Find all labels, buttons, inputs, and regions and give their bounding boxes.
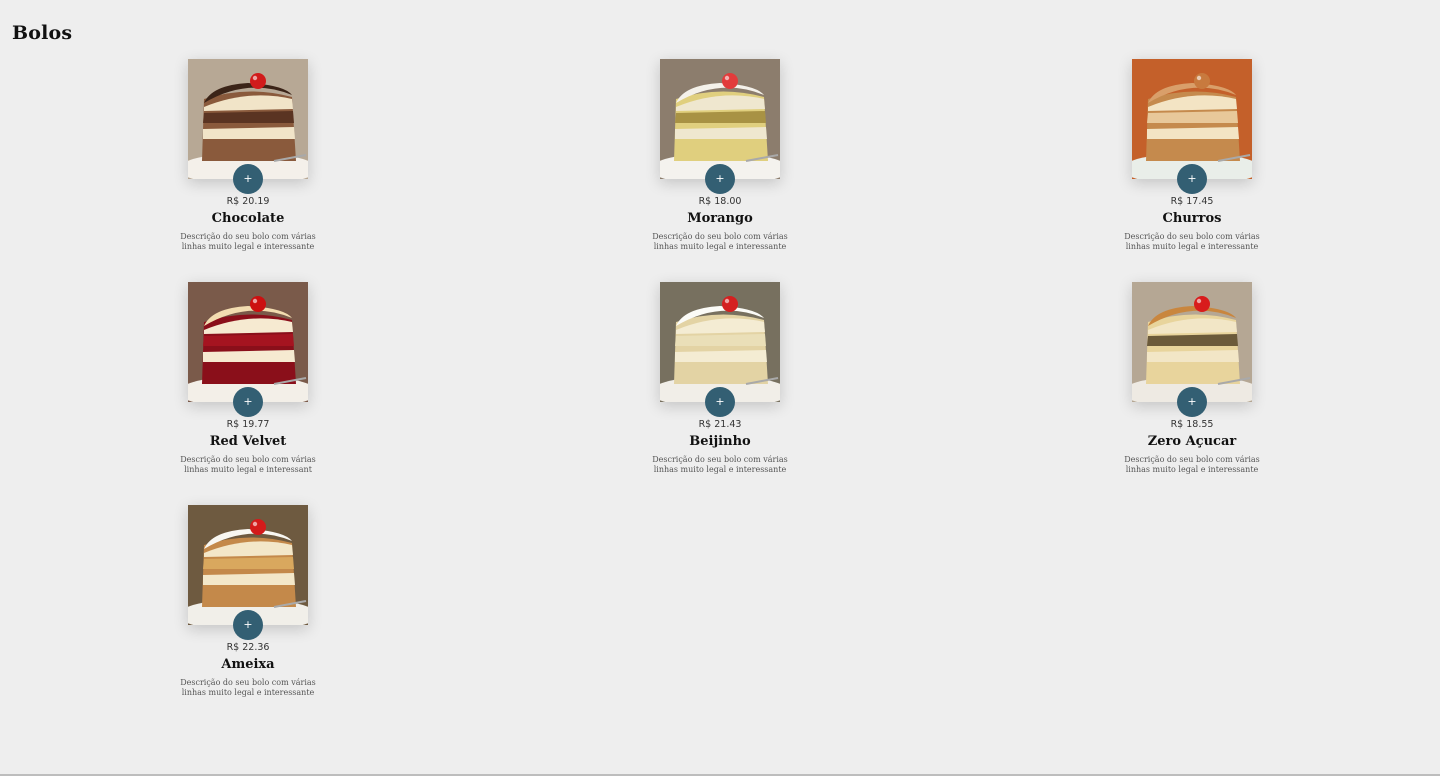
product-card: + R$ 17.45 Churros Descrição do seu bolo co…: [956, 59, 1428, 282]
add-to-cart-button[interactable]: +: [233, 387, 263, 417]
product-description: Descrição do seu bolo com várias linhas …: [1124, 455, 1260, 474]
product-name: Morango: [687, 211, 753, 226]
product-price: R$ 21.43: [698, 419, 742, 430]
product-image[interactable]: [1132, 282, 1252, 402]
product-description: Descrição do seu bolo com várias linhas …: [1124, 232, 1260, 251]
product-description: Descrição do seu bolo com várias linhas …: [180, 455, 316, 474]
product-image-wrapper: +: [660, 282, 780, 417]
product-image-wrapper: +: [188, 282, 308, 417]
product-image-wrapper: +: [188, 59, 308, 194]
add-to-cart-button[interactable]: +: [1177, 387, 1207, 417]
product-name: Zero Açucar: [1147, 434, 1237, 449]
product-name: Churros: [1162, 211, 1222, 226]
add-to-cart-button[interactable]: +: [705, 387, 735, 417]
product-card: + R$ 19.77 Red Velvet Descrição do seu bolo…: [12, 282, 484, 505]
product-price: R$ 18.00: [698, 196, 742, 207]
product-card: + R$ 21.43 Beijinho Descrição do seu bolo c…: [484, 282, 956, 505]
product-card: + R$ 20.19 Chocolate Descrição do seu bolo …: [12, 59, 484, 282]
product-image-wrapper: +: [1132, 59, 1252, 194]
product-image-wrapper: +: [660, 59, 780, 194]
product-card: + R$ 18.55 Zero Açucar Descrição do seu bol…: [956, 282, 1428, 505]
product-image-wrapper: +: [1132, 282, 1252, 417]
product-image[interactable]: [660, 282, 780, 402]
product-image[interactable]: [1132, 59, 1252, 179]
product-image[interactable]: [188, 59, 308, 179]
product-description: Descrição do seu bolo com várias linhas …: [652, 232, 788, 251]
product-grid: + R$ 20.19 Chocolate Descrição do seu bolo …: [0, 59, 1440, 728]
product-image-wrapper: +: [188, 505, 308, 640]
add-to-cart-button[interactable]: +: [705, 164, 735, 194]
product-price: R$ 17.45: [1170, 196, 1214, 207]
product-name: Chocolate: [211, 211, 285, 226]
section-title: Bolos: [12, 22, 73, 44]
add-to-cart-button[interactable]: +: [233, 164, 263, 194]
product-image[interactable]: [660, 59, 780, 179]
add-to-cart-button[interactable]: +: [233, 610, 263, 640]
product-card: + R$ 22.36 Ameixa Descrição do seu bolo com…: [12, 505, 484, 728]
product-description: Descrição do seu bolo com várias linhas …: [180, 678, 316, 697]
product-description: Descrição do seu bolo com várias linhas …: [180, 232, 316, 251]
add-to-cart-button[interactable]: +: [1177, 164, 1207, 194]
product-image[interactable]: [188, 282, 308, 402]
product-price: R$ 19.77: [226, 419, 270, 430]
product-name: Ameixa: [221, 657, 275, 672]
menu-page: Bolos + R$ 20.19 Chocolate Descrição do seu…: [0, 0, 1440, 776]
product-price: R$ 18.55: [1170, 419, 1214, 430]
product-price: R$ 20.19: [226, 196, 270, 207]
product-description: Descrição do seu bolo com várias linhas …: [652, 455, 788, 474]
product-price: R$ 22.36: [226, 642, 270, 653]
product-name: Beijinho: [689, 434, 751, 449]
product-image[interactable]: [188, 505, 308, 625]
product-card: + R$ 18.00 Morango Descrição do seu bolo co…: [484, 59, 956, 282]
product-name: Red Velvet: [209, 434, 287, 449]
